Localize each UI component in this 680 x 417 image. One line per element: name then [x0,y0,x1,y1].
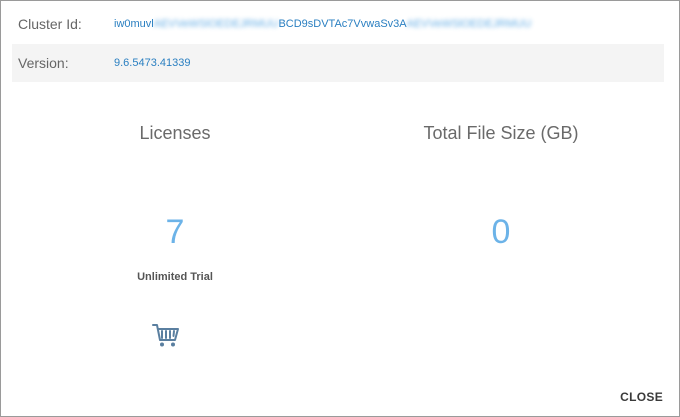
license-info-dialog: Cluster Id: iw0muvlAEVVeWSlOEDEJRMUUBCD9… [0,0,680,417]
cluster-id-redacted-b: AEVVeWSlOEDEJRMUU [406,18,532,30]
license-type: Unlimited Trial [137,271,213,283]
cluster-id-prefix: iw0muvl [114,18,154,30]
buy-licenses-button[interactable] [150,319,182,351]
version-row: Version: 9.6.5473.41339 [12,44,664,82]
licenses-title: Licenses [139,123,211,143]
cluster-id-middle: BCD9sDVTAc7VvwaSv3A [278,18,407,30]
cluster-id-row: Cluster Id: iw0muvlAEVVeWSlOEDEJRMUUBCD9… [12,5,664,43]
close-button[interactable]: CLOSE [620,390,663,404]
shopping-cart-icon [152,324,179,347]
cluster-id-label: Cluster Id: [18,16,82,32]
licenses-count: 7 [165,213,185,251]
file-size-title: Total File Size (GB) [423,123,579,143]
file-size-value: 0 [491,213,511,251]
version-value: 9.6.5473.41339 [114,57,191,69]
cluster-id-redacted-a: AEVVeWSlOEDEJRMUU [153,18,279,30]
version-label: Version: [18,55,69,71]
cluster-id-value: iw0muvlAEVVeWSlOEDEJRMUUBCD9sDVTAc7VvwaS… [114,18,531,30]
